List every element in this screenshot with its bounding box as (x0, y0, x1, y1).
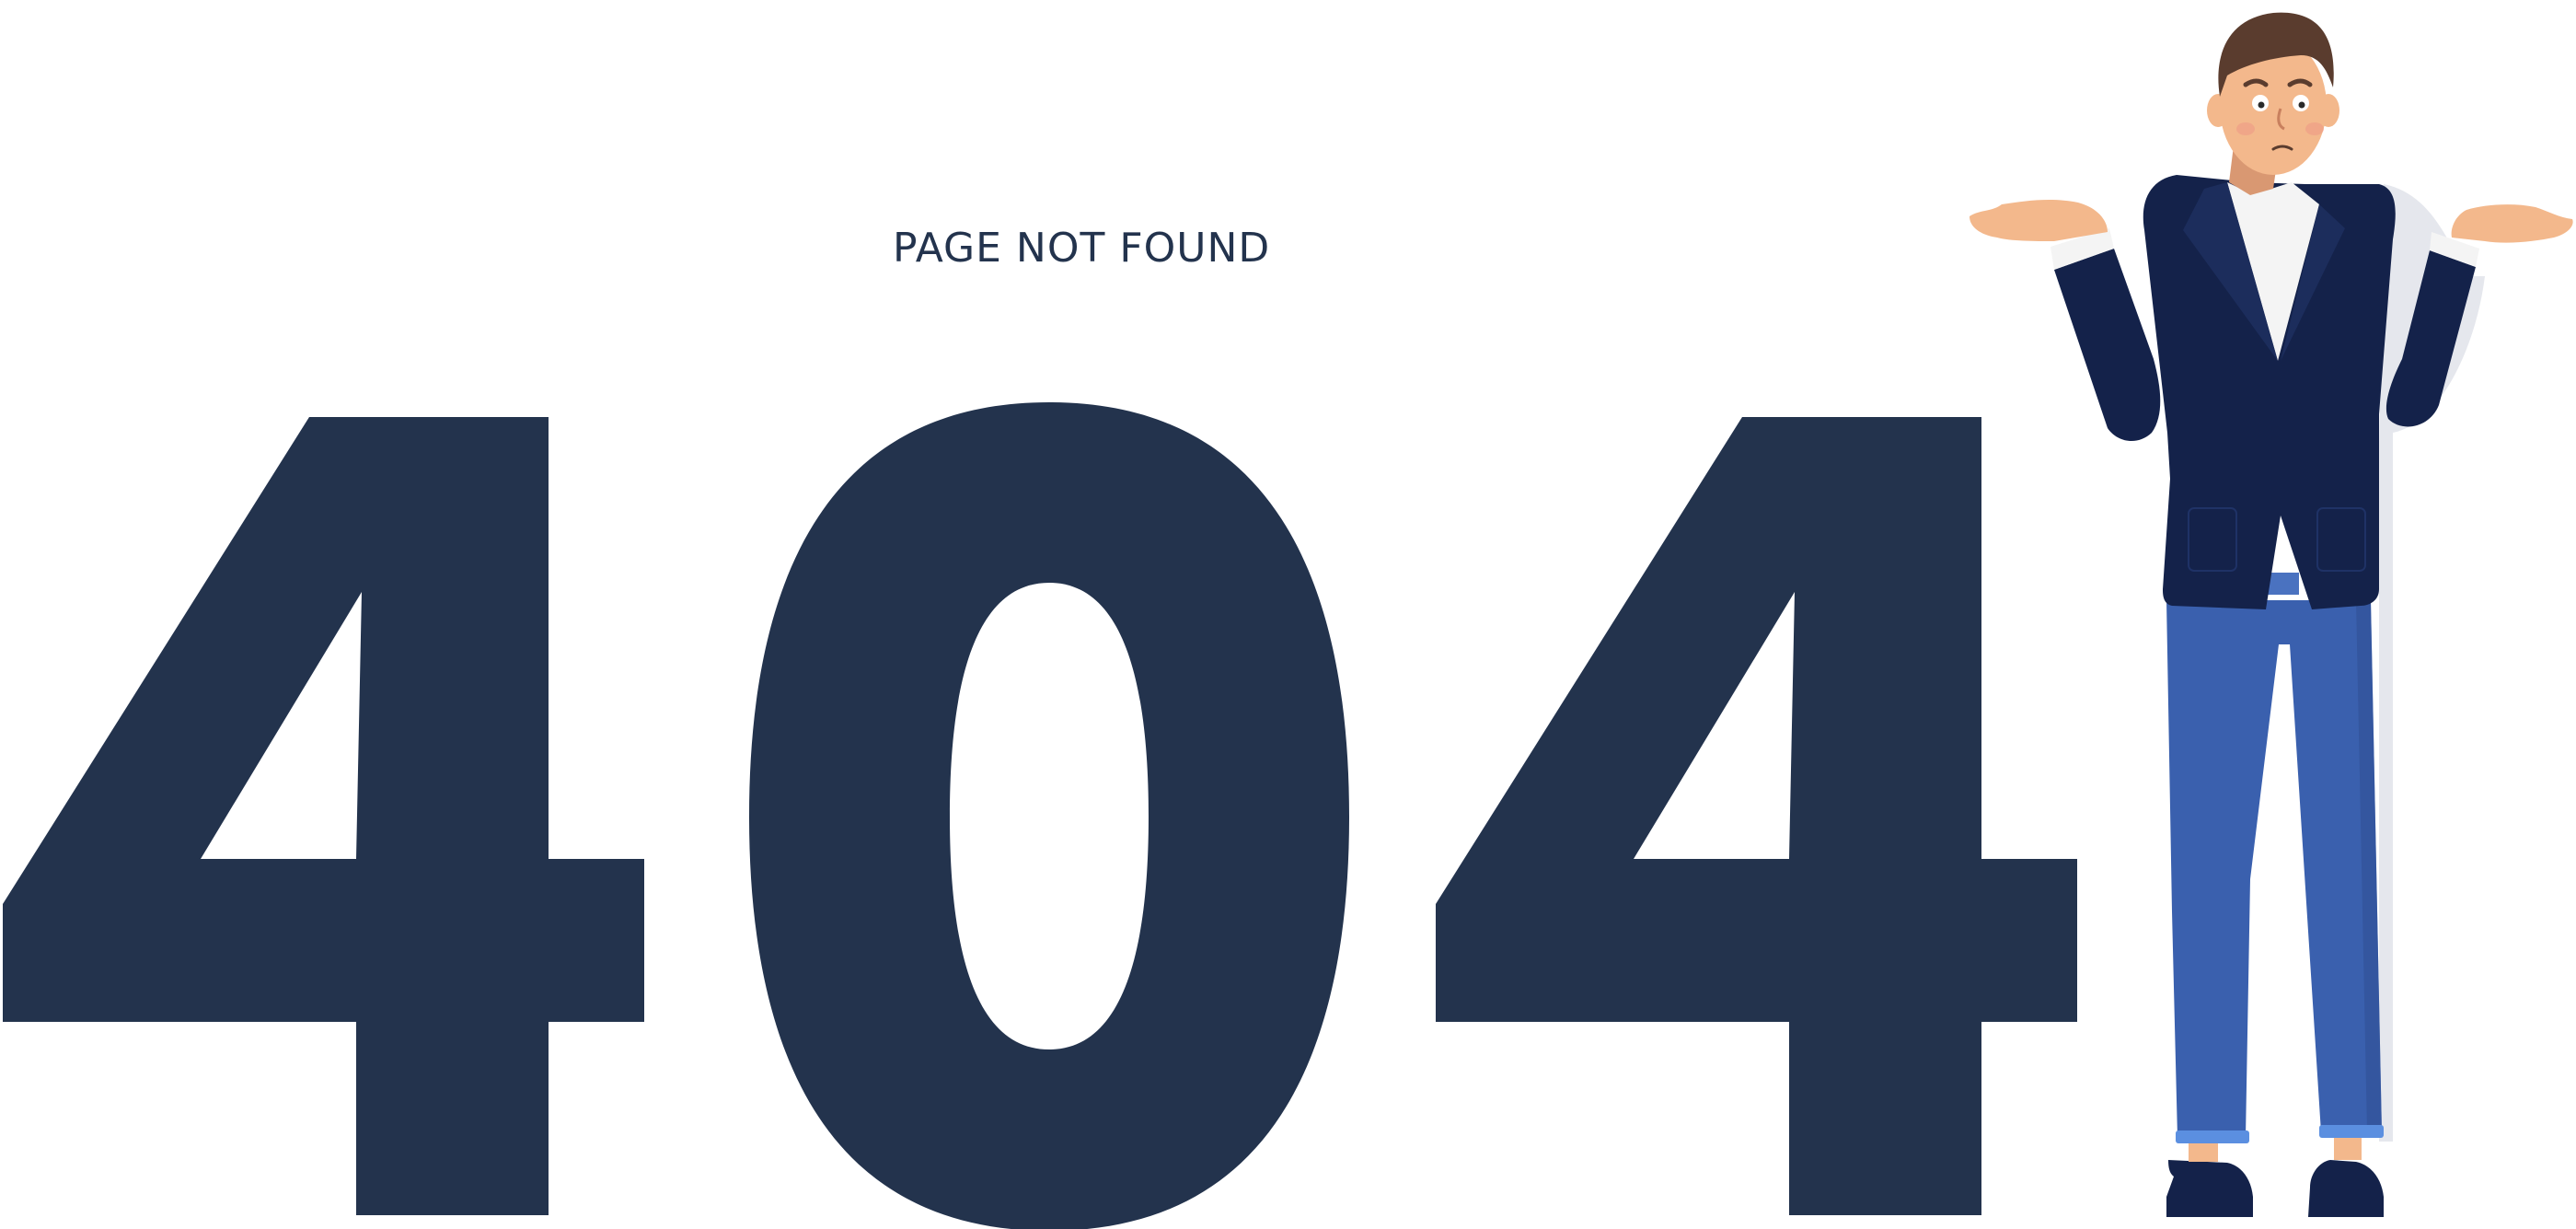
left-ankle (2189, 1142, 2218, 1162)
digit-4-first (3, 417, 644, 1215)
right-hand-icon (2451, 204, 2573, 243)
left-pupil (2258, 101, 2265, 109)
left-arm (2054, 249, 2161, 442)
left-ear (2207, 94, 2229, 127)
right-shoe-icon (2308, 1160, 2384, 1217)
digit-0 (749, 402, 1349, 1229)
left-trouser-cuff (2176, 1130, 2249, 1143)
shrugging-man-illustration (1970, 12, 2573, 1217)
right-trouser-cuff (2319, 1125, 2384, 1138)
left-cheek (2236, 122, 2255, 135)
left-hand-icon (1970, 199, 2108, 241)
right-pupil (2298, 101, 2305, 109)
left-shoe-icon (2166, 1160, 2253, 1217)
right-cheek (2305, 122, 2324, 135)
trousers (2166, 600, 2382, 1138)
right-ankle (2334, 1138, 2362, 1160)
right-ear (2317, 94, 2339, 127)
